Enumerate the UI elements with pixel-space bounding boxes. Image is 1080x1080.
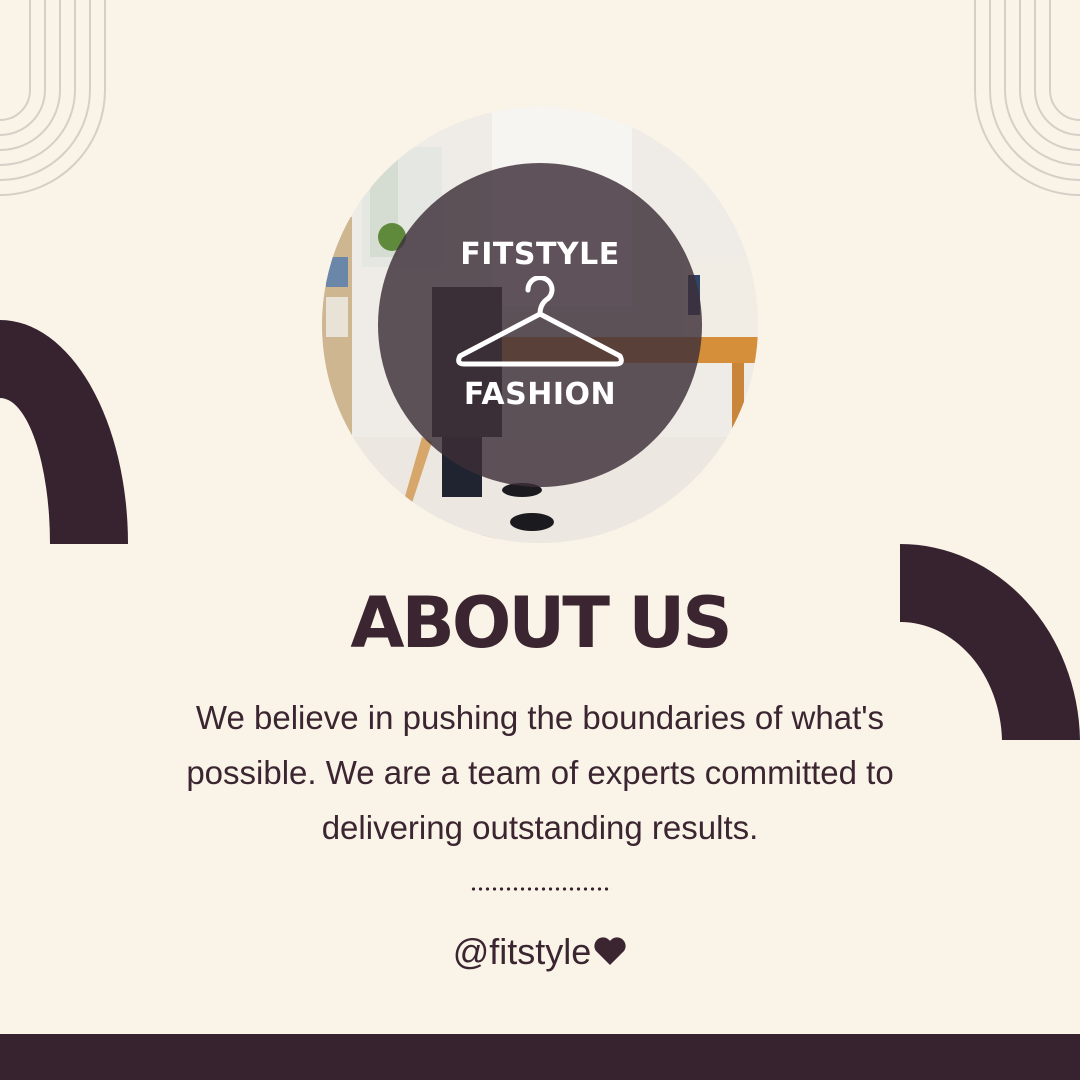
page-title: ABOUT US [350, 582, 732, 664]
about-line: delivering outstanding results. [321, 809, 759, 846]
social-handle-row: @fitstyle [0, 928, 1080, 976]
decorative-arcs-top-right [974, 0, 1080, 196]
about-line: We believe in pushing the boundaries of … [195, 699, 885, 736]
heart-icon [594, 937, 626, 965]
logo-text-bottom: FASHION [463, 377, 617, 412]
decorative-arc-left [0, 320, 128, 544]
about-line: possible. We are a team of experts commi… [186, 754, 894, 791]
about-description: We believe in pushing the boundaries of … [140, 690, 940, 855]
decorative-arcs-top-left [0, 0, 106, 196]
footer-bar [0, 1034, 1080, 1080]
social-handle[interactable]: @fitstyle [453, 931, 592, 972]
hanger-icon [456, 276, 624, 367]
dotted-divider [470, 886, 612, 892]
logo-badge: FITSTYLE FASHION [378, 163, 702, 487]
logo-text-top: FITSTYLE [460, 237, 620, 272]
